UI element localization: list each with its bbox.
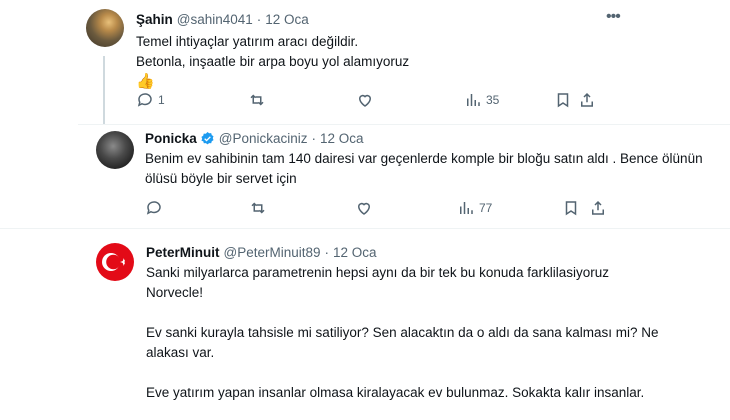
bookmark-button[interactable]	[554, 91, 572, 109]
more-options-icon[interactable]: •••	[606, 8, 621, 26]
retweet-button[interactable]	[248, 91, 266, 109]
user-name[interactable]: Şahin	[136, 12, 173, 27]
reply-count: 1	[158, 93, 165, 107]
heart-icon	[357, 202, 371, 215]
tweet-text: Temel ihtiyaçlar yatırım aracı değildir.…	[136, 32, 696, 92]
share-button[interactable]	[589, 199, 607, 217]
verified-badge-icon	[201, 131, 214, 145]
views-button[interactable]: 77	[457, 199, 492, 217]
separator: ·	[311, 131, 317, 146]
bookmark-icon	[557, 93, 569, 108]
user-handle[interactable]: @PeterMinuit89	[224, 245, 321, 260]
retweet-button[interactable]	[249, 199, 267, 217]
separator: ·	[324, 245, 330, 260]
tweet-peterminuit[interactable]: PeterMinuit @PeterMinuit89 · 12 Oca Sank…	[0, 228, 730, 420]
views-icon	[467, 94, 480, 106]
tweet-date[interactable]: 12 Oca	[265, 12, 309, 27]
reply-icon	[146, 201, 161, 215]
view-count: 77	[479, 201, 493, 215]
bookmark-button[interactable]	[562, 199, 580, 217]
tweet-line: Temel ihtiyaçlar yatırım aracı değildir.	[136, 34, 359, 49]
tweet-ponicka[interactable]: Ponicka @Ponickaciniz · 12 Oca Benim ev …	[78, 124, 730, 228]
tweet-paragraph: Sanki milyarlarca parametrenin hepsi ayn…	[146, 265, 609, 300]
avatar[interactable]	[96, 243, 134, 281]
avatar[interactable]	[96, 131, 134, 169]
like-button[interactable]	[355, 199, 373, 217]
retweet-icon	[251, 202, 265, 214]
tweet-line: Betonla, inşaatle bir arpa boyu yol alam…	[136, 54, 410, 69]
share-button[interactable]	[578, 91, 596, 109]
tweet-date[interactable]: 12 Oca	[320, 131, 364, 146]
tweet-sahin[interactable]: Şahin @sahin4041 · 12 Oca ••• Temel ihti…	[0, 0, 730, 124]
tweet-header: PeterMinuit @PeterMinuit89 · 12 Oca	[146, 245, 377, 260]
user-name[interactable]: PeterMinuit	[146, 245, 220, 260]
view-count: 35	[486, 93, 500, 107]
tweet-text: Benim ev sahibinin tam 140 dairesi var g…	[145, 151, 703, 186]
avatar[interactable]	[86, 9, 124, 47]
tweet-header: Ponicka @Ponickaciniz · 12 Oca	[145, 131, 364, 146]
thumbs-up-emoji: 👍	[136, 73, 155, 90]
views-icon	[460, 202, 473, 214]
share-icon	[592, 200, 604, 215]
thread-line	[103, 56, 105, 124]
bookmark-icon	[565, 201, 577, 216]
user-name[interactable]: Ponicka	[145, 131, 197, 146]
separator: ·	[256, 12, 262, 27]
reply-icon	[137, 93, 152, 107]
views-button[interactable]: 35	[464, 91, 499, 109]
reply-button[interactable]: 1	[136, 91, 165, 109]
user-handle[interactable]: @sahin4041	[177, 12, 253, 27]
reply-button[interactable]	[145, 199, 163, 217]
tweet-header: Şahin @sahin4041 · 12 Oca	[136, 12, 309, 27]
heart-icon	[358, 94, 372, 107]
tweet-paragraph: Ev sanki kurayla tahsisle mi satiliyor? …	[146, 325, 659, 360]
tweet-text: Sanki milyarlarca parametrenin hepsi ayn…	[146, 263, 666, 420]
turkish-flag-icon	[102, 253, 125, 271]
retweet-icon	[250, 94, 264, 106]
like-button[interactable]	[356, 91, 374, 109]
share-icon	[581, 92, 593, 107]
tweet-paragraph: Eve yatırım yapan insanlar olmasa kirala…	[146, 385, 645, 400]
user-handle[interactable]: @Ponickaciniz	[219, 131, 308, 146]
tweet-date[interactable]: 12 Oca	[333, 245, 377, 260]
